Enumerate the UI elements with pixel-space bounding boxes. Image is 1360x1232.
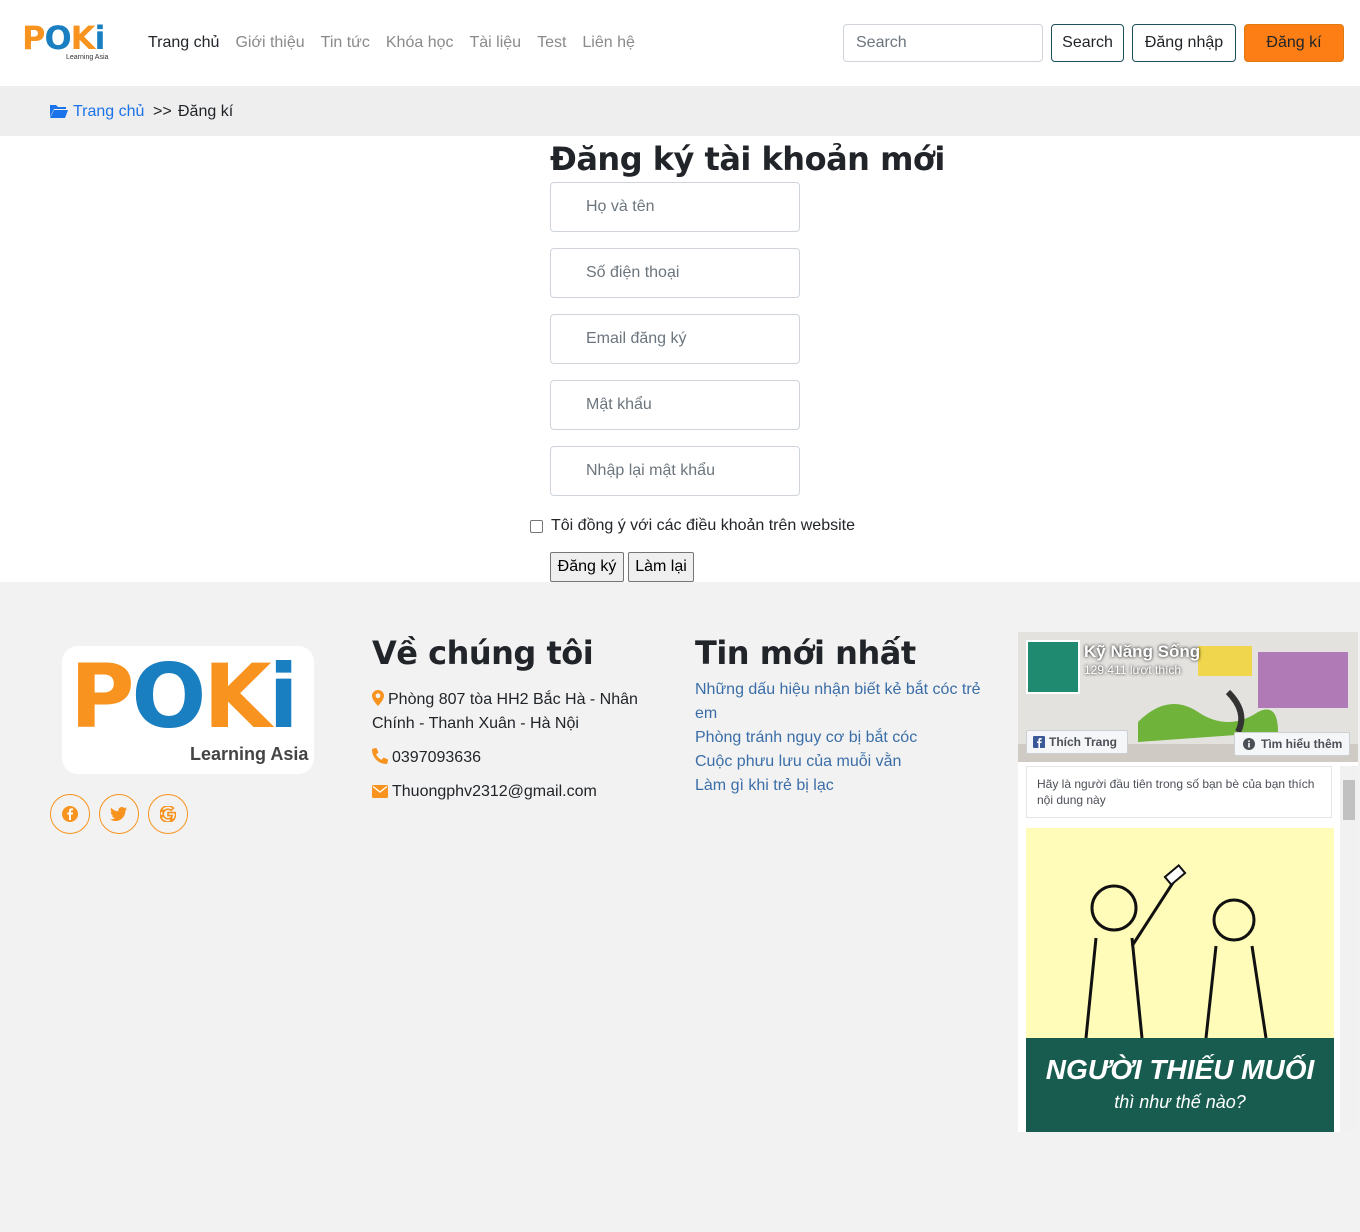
password-field[interactable]	[550, 380, 800, 430]
nav-item-contact[interactable]: Liên hệ	[582, 33, 635, 53]
submit-button[interactable]: Đăng ký	[550, 552, 624, 582]
envelope-icon	[372, 785, 388, 798]
folder-open-icon	[50, 105, 68, 118]
register-button[interactable]: Đăng kí	[1244, 24, 1344, 62]
terms-checkbox[interactable]	[530, 519, 543, 533]
breadcrumb-home-link[interactable]: Trang chủ	[73, 102, 144, 122]
phone-text: 0397093636	[392, 749, 481, 766]
fb-like-page-button[interactable]: Thích Trang	[1026, 730, 1128, 754]
fb-post-image[interactable]: NGƯỜI THIẾU MUỐI thì như thế nào?	[1026, 828, 1334, 1132]
nav-item-courses[interactable]: Khóa học	[386, 33, 454, 53]
fb-post-illustration	[1084, 863, 1268, 1039]
fb-scrollbar-thumb[interactable]	[1343, 780, 1355, 820]
site-logo[interactable]: POKi Learning Asia	[22, 20, 114, 64]
footer-logo-subtitle: Learning Asia	[190, 744, 309, 764]
nav-item-home[interactable]: Trang chủ	[148, 33, 219, 53]
social-links	[50, 794, 188, 834]
fb-like-count: 129.411 lượt thích	[1084, 663, 1182, 677]
reset-button[interactable]: Làm lại	[628, 552, 694, 582]
fb-cover-image[interactable]: Kỹ Năng Sống 129.411 lượt thích Thích Tr…	[1018, 632, 1358, 762]
fb-friends-note: Hãy là người đầu tiên trong số bạn bè củ…	[1026, 766, 1332, 818]
twitter-icon[interactable]	[99, 794, 139, 834]
breadcrumb-separator: >>	[153, 103, 172, 120]
contact-address: Phòng 807 tòa HH2 Bắc Hà - Nhân Chính - …	[372, 688, 652, 736]
logo-subtitle: Learning Asia	[66, 54, 109, 61]
footer-logo: POKi Learning Asia	[62, 645, 314, 774]
main-nav: Trang chủ Giới thiệu Tin tức Khóa học Tà…	[148, 33, 651, 53]
fullname-field[interactable]	[550, 182, 800, 232]
info-icon	[1243, 738, 1255, 750]
fb-page-avatar[interactable]	[1026, 640, 1080, 694]
login-button[interactable]: Đăng nhập	[1132, 24, 1236, 62]
page-title: Đăng ký tài khoản mới	[550, 140, 945, 178]
confirm-password-field[interactable]	[550, 446, 800, 496]
facebook-icon[interactable]	[50, 794, 90, 834]
news-link[interactable]: Làm gì khi trẻ bị lạc	[695, 774, 995, 798]
search-input[interactable]	[843, 24, 1043, 62]
facebook-icon	[1033, 736, 1045, 748]
news-link[interactable]: Phòng tránh nguy cơ bị bắt cóc	[695, 726, 995, 750]
nav-item-about[interactable]: Giới thiệu	[235, 33, 304, 53]
nav-item-news[interactable]: Tin tức	[321, 33, 370, 53]
map-marker-icon	[372, 690, 384, 706]
fb-page-name[interactable]: Kỹ Năng Sống	[1084, 642, 1200, 662]
news-list: Những dấu hiệu nhận biết kẻ bắt cóc trẻ …	[695, 678, 995, 798]
contact-email: Thuongphv2312@gmail.com	[372, 780, 652, 804]
news-link[interactable]: Cuộc phưu lưu của muỗi vằn	[695, 750, 995, 774]
register-section: Đăng ký tài khoản mới Tôi đồng ý với các…	[0, 136, 1360, 582]
email-field[interactable]	[550, 314, 800, 364]
fb-post-subtitle: thì như thế nào?	[1114, 1092, 1246, 1112]
breadcrumb: Trang chủ >> Đăng kí	[0, 86, 1360, 136]
email-text: Thuongphv2312@gmail.com	[392, 783, 597, 800]
about-title: Về chúng tôi	[372, 634, 594, 672]
fb-scrollbar[interactable]	[1340, 766, 1358, 1132]
nav-item-test[interactable]: Test	[537, 33, 566, 53]
phone-field[interactable]	[550, 248, 800, 298]
address-text: Phòng 807 tòa HH2 Bắc Hà - Nhân Chính - …	[372, 691, 638, 732]
terms-row: Tôi đồng ý với các điều khoản trên websi…	[530, 516, 855, 536]
search-button[interactable]: Search	[1051, 24, 1124, 62]
fb-learn-more-button[interactable]: Tìm hiểu thêm	[1234, 732, 1350, 756]
breadcrumb-current: Đăng kí	[178, 103, 234, 120]
news-link[interactable]: Những dấu hiệu nhận biết kẻ bắt cóc trẻ …	[695, 678, 995, 726]
news-title: Tin mới nhất	[695, 634, 916, 672]
terms-label: Tôi đồng ý với các điều khoản trên websi…	[551, 517, 855, 534]
phone-icon	[372, 748, 388, 764]
contact-phone: 0397093636	[372, 746, 652, 770]
fb-post-title: NGƯỜI THIẾU MUỐI	[1045, 1054, 1315, 1085]
google-icon[interactable]	[148, 794, 188, 834]
top-navbar: POKi Learning Asia Trang chủ Giới thiệu …	[0, 0, 1360, 86]
nav-item-documents[interactable]: Tài liệu	[469, 33, 521, 53]
facebook-page-widget: Kỹ Năng Sống 129.411 lượt thích Thích Tr…	[1018, 632, 1358, 1132]
